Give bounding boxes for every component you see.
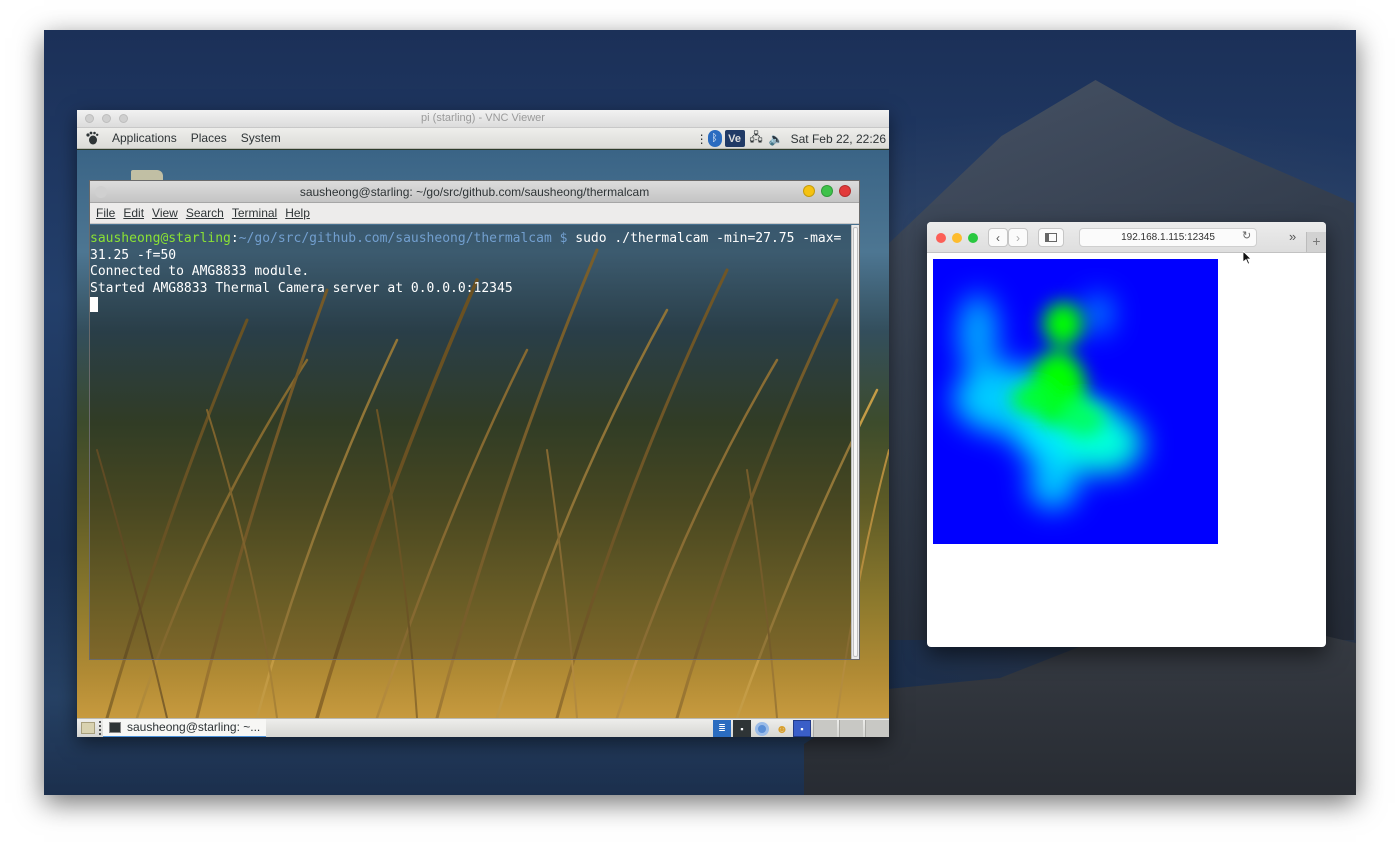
dots-icon[interactable]: ⋮ [696, 130, 708, 147]
screenshot-frame: pi (starling) - VNC Viewer Applications … [44, 30, 1356, 795]
thermal-camera-image [933, 259, 1218, 544]
workspace-3[interactable] [839, 719, 863, 737]
mascot-icon[interactable]: ☻ [773, 720, 791, 737]
terminal-window: sausheong@starling: ~/go/src/github.com/… [89, 180, 860, 660]
menu-terminal[interactable]: Terminal [228, 206, 281, 220]
prompt-user: sausheong@starling [90, 231, 231, 246]
terminal-launcher-icon[interactable]: ▪ [733, 720, 751, 737]
close-window-button[interactable] [936, 233, 946, 243]
menu-file[interactable]: File [92, 206, 119, 220]
menu-view[interactable]: View [148, 206, 182, 220]
vnc-window-title: pi (starling) - VNC Viewer [421, 112, 545, 124]
back-button[interactable]: ‹ [988, 228, 1008, 247]
terminal-scrollbar[interactable] [851, 225, 859, 659]
output-line: Started AMG8833 Thermal Camera server at… [90, 280, 513, 296]
volume-icon[interactable]: 🔈 [768, 130, 785, 147]
menu-system[interactable]: System [234, 128, 288, 149]
menu-edit[interactable]: Edit [119, 206, 148, 220]
menu-search[interactable]: Search [182, 206, 228, 220]
sidebar-toggle-button[interactable] [1038, 228, 1064, 247]
command-text: sudo ./thermalcam -min=27.75 -max= [575, 231, 842, 246]
forward-button[interactable]: › [1008, 228, 1028, 247]
remote-desktop: sausheong@starling: ~/go/src/github.com/… [77, 150, 889, 718]
close-button[interactable] [839, 185, 851, 197]
scrollbar-thumb[interactable] [853, 227, 858, 657]
minimize-window-button[interactable] [952, 233, 962, 243]
taskbar-terminal-button[interactable]: sausheong@starling: ~... [103, 718, 267, 737]
browser-window: ‹ › 192.168.1.115:12345 ↻ » + [927, 222, 1326, 647]
maximize-button[interactable] [821, 185, 833, 197]
top-panel: Applications Places System ⋮ ᛒ Ve 🖧 🔈 Sa… [77, 128, 889, 149]
network-icon[interactable]: 🖧 [748, 130, 765, 147]
workspace-2[interactable] [813, 719, 837, 737]
text-cursor [90, 297, 98, 313]
workspace-4[interactable] [865, 719, 889, 737]
home-folder-icon[interactable] [131, 170, 163, 180]
more-icon[interactable]: » [1289, 229, 1296, 244]
panel-handle-icon [99, 721, 102, 735]
vnc-titlebar[interactable]: pi (starling) - VNC Viewer [77, 110, 889, 128]
chromium-icon[interactable] [753, 720, 771, 737]
reload-icon[interactable]: ↻ [1242, 229, 1251, 242]
minimize-button[interactable] [803, 185, 815, 197]
thermal-heatmap [953, 294, 1143, 509]
new-tab-button[interactable]: + [1306, 232, 1326, 252]
terminal-title: sausheong@starling: ~/go/src/github.com/… [299, 185, 650, 199]
menu-places[interactable]: Places [184, 128, 234, 149]
mouse-pointer-icon [1243, 251, 1252, 265]
prompt-path: ~/go/src/github.com/sausheong/thermalcam [238, 231, 552, 246]
browser-toolbar: ‹ › 192.168.1.115:12345 ↻ » + [927, 222, 1326, 253]
command-text-continued: 31.25 -f=50 [90, 247, 177, 263]
menu-applications[interactable]: Applications [105, 128, 184, 149]
output-line: Connected to AMG8833 module. [90, 264, 310, 280]
prompt-separator: : [230, 231, 239, 246]
show-desktop-icon[interactable] [81, 722, 95, 734]
menu-help[interactable]: Help [281, 206, 314, 220]
taskbar-label: sausheong@starling: ~... [127, 720, 261, 734]
terminal-menubar: File Edit View Search Terminal Help [90, 203, 859, 224]
terminal-output[interactable]: sausheong@starling:~/go/src/github.com/s… [90, 225, 853, 659]
vnc-viewer-window: pi (starling) - VNC Viewer Applications … [77, 110, 889, 737]
notes-icon[interactable]: ≣ [713, 720, 731, 737]
terminal-icon [109, 721, 121, 733]
gnome-foot-icon[interactable] [85, 131, 99, 145]
terminal-titlebar[interactable]: sausheong@starling: ~/go/src/github.com/… [90, 181, 859, 203]
address-bar[interactable]: 192.168.1.115:12345 [1079, 228, 1257, 247]
panel-clock[interactable]: Sat Feb 22, 22:26 [791, 132, 886, 146]
zoom-window-button[interactable] [968, 233, 978, 243]
prompt-symbol: $ [551, 231, 576, 246]
bottom-panel: sausheong@starling: ~... ≣ ▪ ☻ ▪ [77, 718, 889, 737]
vnc-icon[interactable]: Ve [724, 130, 745, 147]
bluetooth-icon[interactable]: ᛒ [707, 130, 722, 147]
active-window-icon[interactable]: ▪ [793, 720, 811, 737]
